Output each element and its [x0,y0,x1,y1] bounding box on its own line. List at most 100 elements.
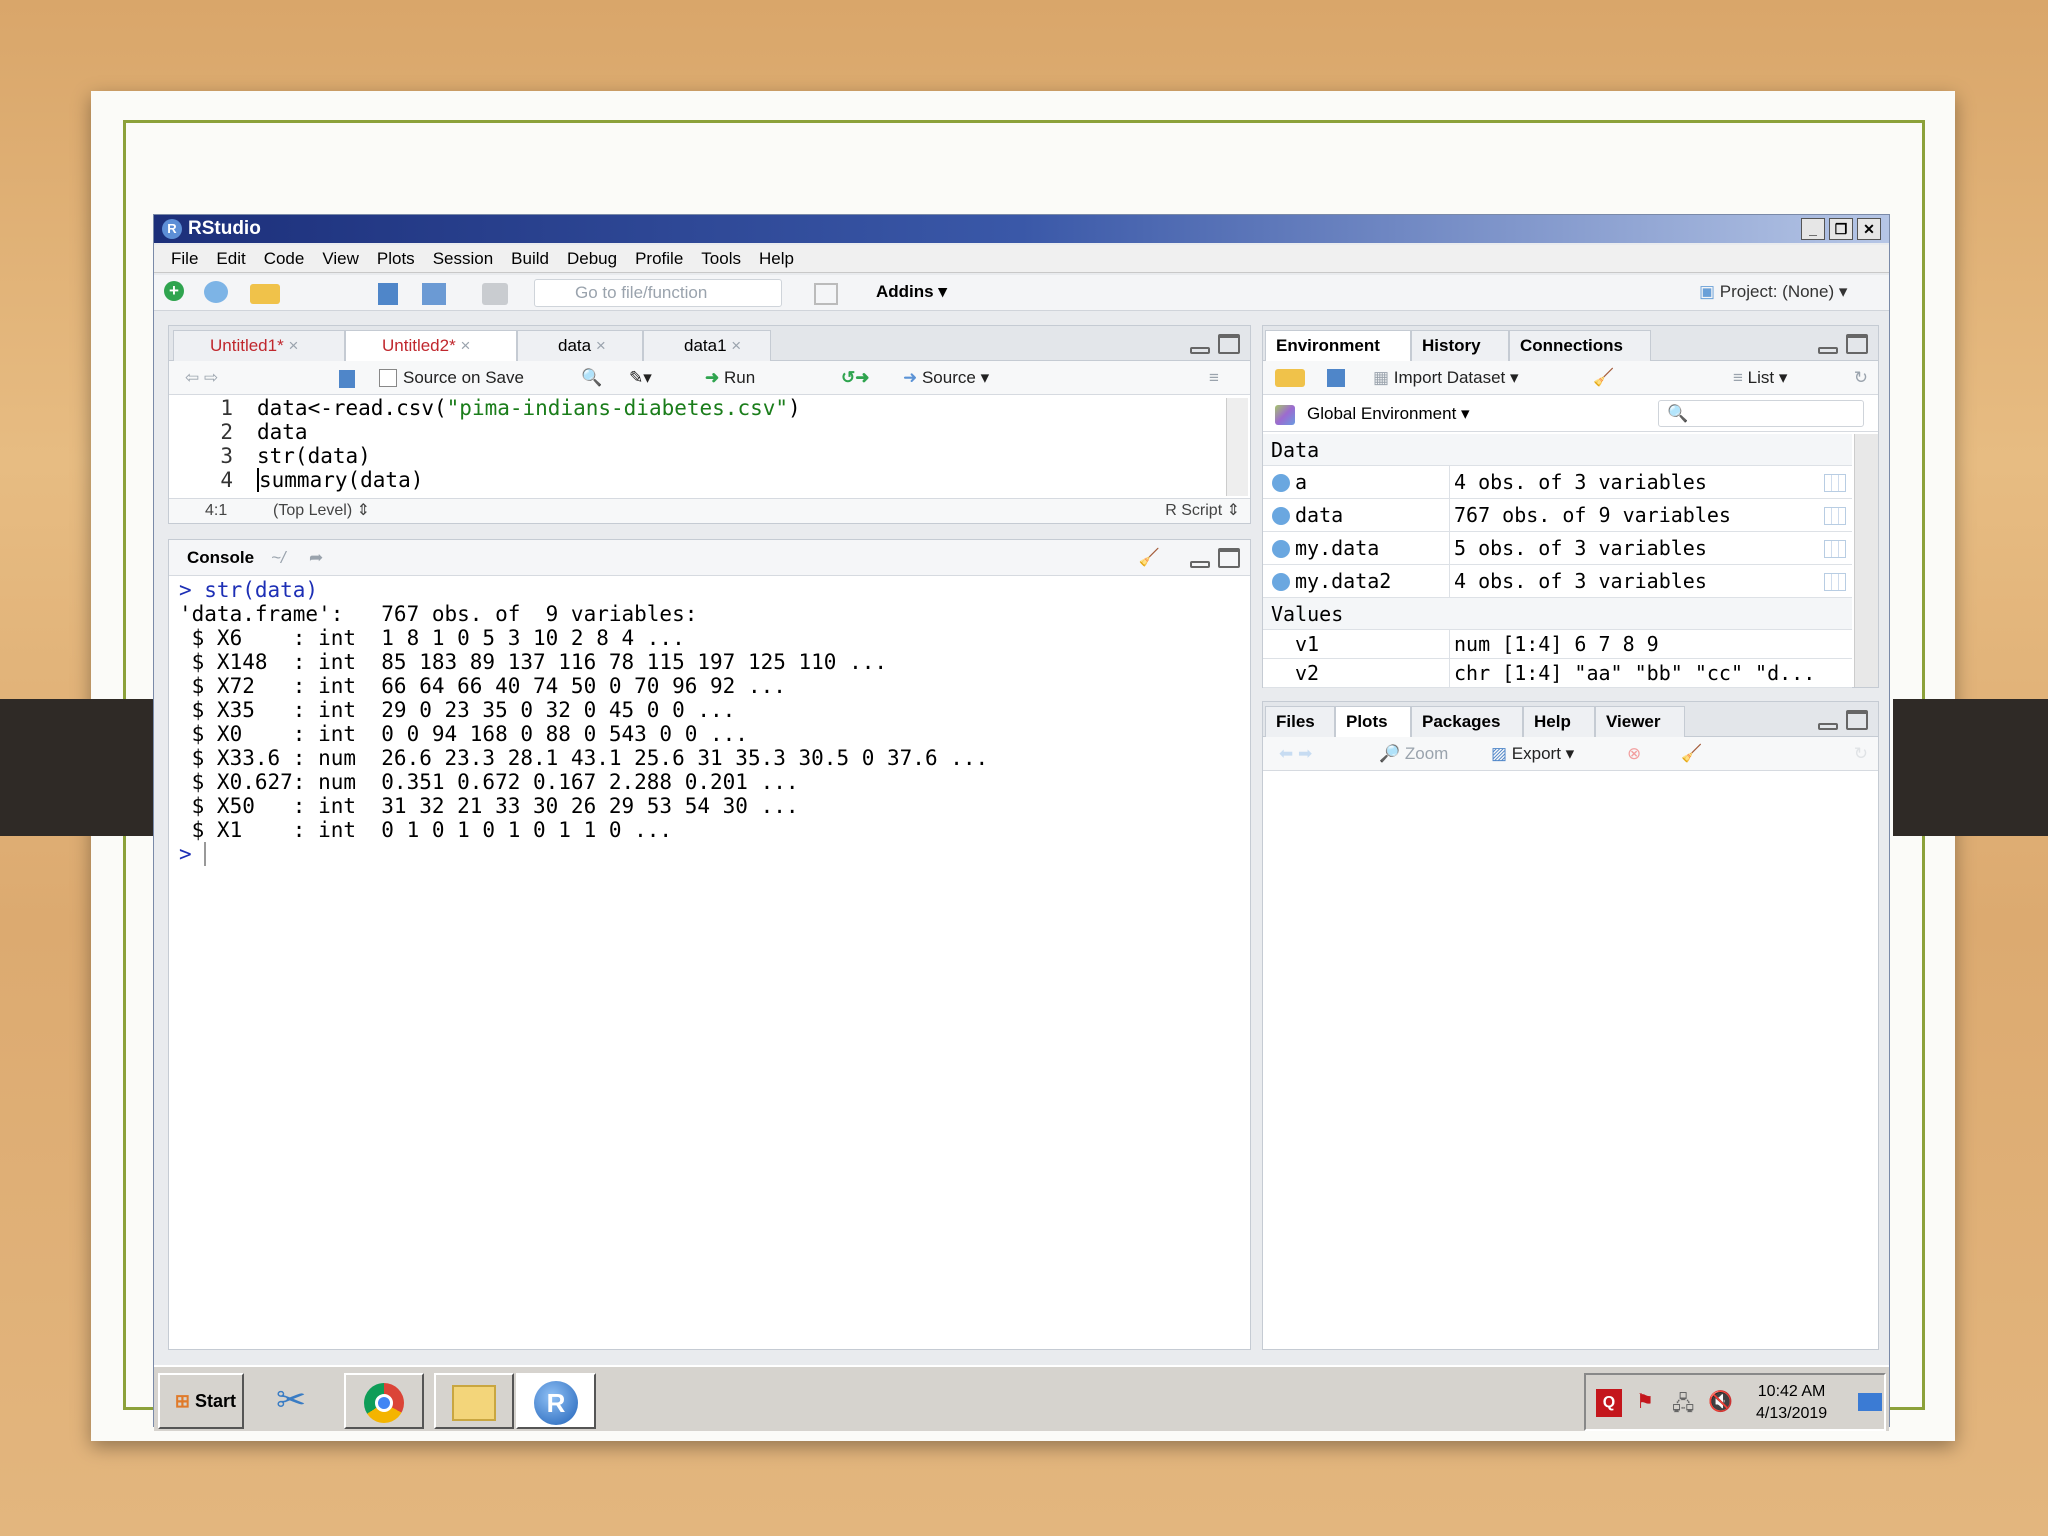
close-tab-icon[interactable]: × [596,336,606,355]
close-tab-icon[interactable]: × [288,336,298,355]
code-editor[interactable]: 1 data<-read.csv("pima-indians-diabetes.c… [169,396,1226,498]
close-tab-icon[interactable]: × [460,336,470,355]
clear-console-icon[interactable]: 🧹 [1139,540,1160,576]
env-row[interactable]: data 767 obs. of 9 variables [1263,499,1852,532]
tab-connections[interactable]: Connections [1509,330,1651,361]
project-menu[interactable]: ▣ Project: (None) ▾ [1699,282,1847,302]
show-desktop-icon[interactable] [1858,1393,1882,1411]
export-button[interactable]: ▨ Export ▾ [1491,737,1574,771]
close-tab-icon[interactable]: × [731,336,741,355]
menu-session[interactable]: Session [424,245,502,272]
new-file-icon[interactable]: + [164,281,184,301]
pane-min-max-icon[interactable] [1190,334,1240,354]
back-icon[interactable]: ⇦ ⇨ [185,361,218,395]
view-table-icon[interactable] [1824,540,1846,558]
tab-viewer[interactable]: Viewer [1595,706,1685,737]
volume-muted-icon[interactable]: 🔇 [1708,1389,1733,1414]
clock[interactable]: 10:42 AM 4/13/2019 [1756,1381,1827,1425]
minimize-button[interactable]: _ [1801,218,1825,240]
file-type-selector[interactable]: R Script ⇕ [1165,499,1240,523]
tab-history[interactable]: History [1411,330,1509,361]
expand-icon[interactable] [1272,573,1290,591]
tab-help[interactable]: Help [1523,706,1595,737]
env-row[interactable]: v2 chr [1:4] "aa" "bb" "cc" "d... [1263,659,1852,688]
tab-data1[interactable]: data1 × [643,330,771,361]
env-row[interactable]: a 4 obs. of 3 variables [1263,466,1852,499]
console-goto-icon[interactable]: ➦ [309,540,323,576]
snipping-tool-icon[interactable]: ✂ [276,1379,306,1421]
env-row[interactable]: v1 num [1:4] 6 7 8 9 [1263,630,1852,659]
environment-scrollbar[interactable] [1854,434,1878,687]
save-icon[interactable] [378,283,398,305]
clear-workspace-icon[interactable]: 🧹 [1593,361,1614,395]
save-icon[interactable] [339,370,355,388]
open-folder-icon[interactable] [250,284,280,304]
tab-files[interactable]: Files [1265,706,1335,737]
menu-help[interactable]: Help [750,245,803,272]
tab-untitled1[interactable]: Untitled1* × [173,330,345,361]
tab-plots[interactable]: Plots [1335,706,1411,738]
pane-min-max-icon[interactable] [1818,710,1868,730]
outline-icon[interactable]: ≡ [1209,361,1219,395]
source-button[interactable]: ➜ Source ▾ [903,361,989,395]
code-tools-icon[interactable]: ✎▾ [629,361,652,395]
plot-back-forward-icon[interactable]: ⬅ ➡ [1279,737,1312,771]
menu-build[interactable]: Build [502,245,558,272]
view-table-icon[interactable] [1824,507,1846,525]
environment-scope-selector[interactable]: Global Environment ▾ [1307,396,1470,432]
refresh-icon[interactable]: ↻ [1854,361,1868,395]
console-output[interactable]: > str(data) 'data.frame': 767 obs. of 9 … [179,578,1240,866]
view-table-icon[interactable] [1824,474,1846,492]
tab-packages[interactable]: Packages [1411,706,1523,737]
load-workspace-icon[interactable] [1275,369,1305,387]
chrome-button[interactable] [344,1373,424,1429]
env-row[interactable]: my.data2 4 obs. of 3 variables [1263,565,1852,598]
save-workspace-icon[interactable] [1327,369,1345,387]
menu-profile[interactable]: Profile [626,245,692,272]
menu-edit[interactable]: Edit [207,245,254,272]
rstudio-task-button[interactable]: R [516,1373,596,1429]
pane-min-max-icon[interactable] [1818,334,1868,354]
expand-icon[interactable] [1272,540,1290,558]
menu-plots[interactable]: Plots [368,245,424,272]
save-all-icon[interactable] [422,283,446,305]
tab-environment[interactable]: Environment [1265,330,1411,362]
env-row[interactable]: my.data 5 obs. of 3 variables [1263,532,1852,565]
start-button[interactable]: ⊞ Start [158,1373,244,1429]
close-button[interactable]: ✕ [1857,218,1881,240]
restore-button[interactable]: ❐ [1829,218,1853,240]
workspace-panes-icon[interactable] [814,283,838,305]
source-on-save-checkbox[interactable] [379,369,397,387]
action-center-icon[interactable]: ⚑ [1636,1389,1654,1414]
pane-min-max-icon[interactable] [1190,548,1240,568]
search-icon[interactable]: 🔍 [581,361,602,395]
menu-view[interactable]: View [313,245,368,272]
rerun-icon[interactable]: ↺➜ [841,361,870,395]
refresh-icon[interactable]: ↻ [1854,737,1868,771]
remove-plot-icon[interactable]: ⊗ [1627,737,1641,771]
scope-selector[interactable]: (Top Level) ⇕ [273,499,370,523]
view-table-icon[interactable] [1824,573,1846,591]
run-button[interactable]: ➜ Run [705,361,755,395]
view-mode-menu[interactable]: ≡ List ▾ [1733,361,1787,395]
goto-file-input[interactable]: Go to file/function [534,279,782,307]
expand-icon[interactable] [1272,474,1290,492]
environment-search-input[interactable]: 🔍 [1658,400,1864,427]
menu-code[interactable]: Code [255,245,314,272]
menu-tools[interactable]: Tools [692,245,750,272]
network-icon[interactable]: 🖧 [1672,1389,1694,1423]
explorer-button[interactable] [434,1373,514,1429]
editor-scrollbar[interactable] [1226,398,1248,496]
import-dataset-button[interactable]: ▦ Import Dataset ▾ [1373,361,1519,395]
zoom-button[interactable]: 🔎 Zoom [1379,737,1448,771]
tab-data[interactable]: data × [517,330,643,361]
addins-menu[interactable]: Addins ▾ [876,282,947,302]
menu-file[interactable]: File [162,245,207,272]
menu-debug[interactable]: Debug [558,245,626,272]
tab-untitled2[interactable]: Untitled2* × [345,330,517,362]
tray-q-icon[interactable]: Q [1596,1389,1622,1417]
expand-icon[interactable] [1272,507,1290,525]
clear-plots-icon[interactable]: 🧹 [1681,737,1702,771]
print-icon[interactable] [482,283,508,305]
console-prompt[interactable]: > [179,842,1240,866]
